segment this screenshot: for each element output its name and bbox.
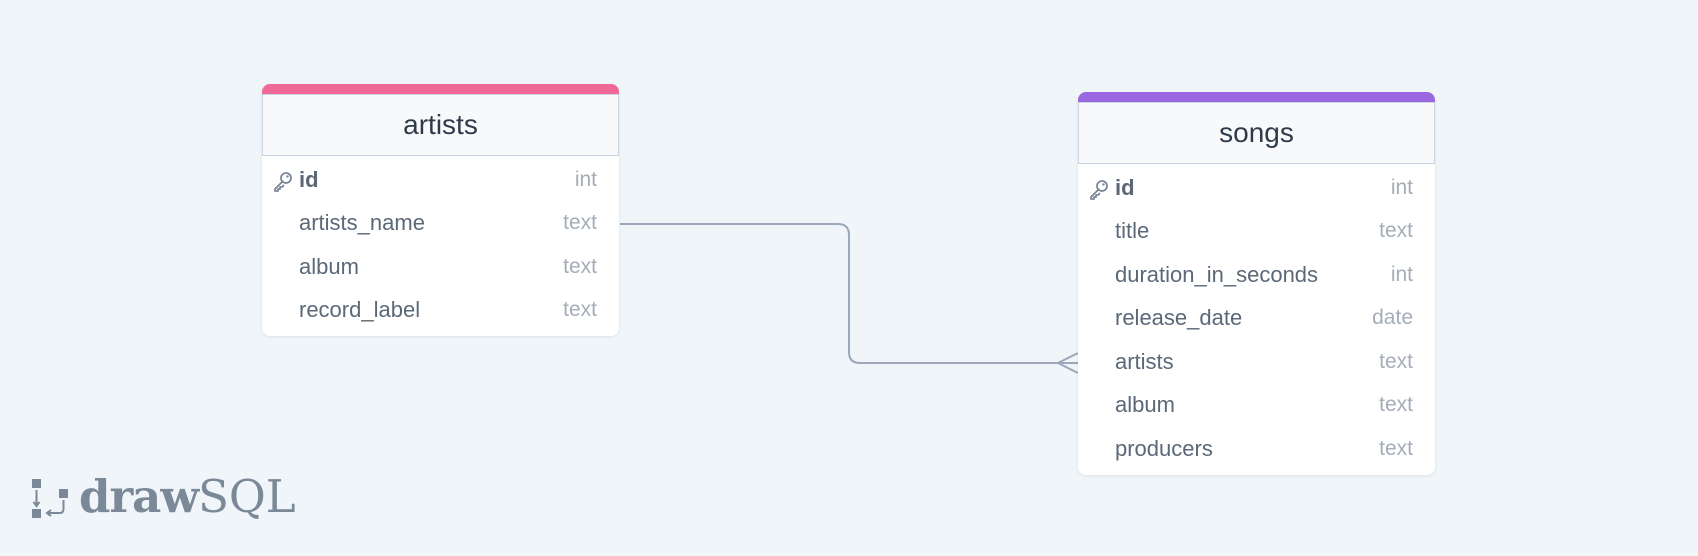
column-row-release-date[interactable]: release_date date: [1078, 297, 1435, 341]
table-songs[interactable]: songs id int title text duration_in_seco…: [1078, 92, 1435, 475]
column-row-duration-in-seconds[interactable]: duration_in_seconds int: [1078, 253, 1435, 297]
column-type: int: [574, 167, 597, 191]
column-name: id: [1115, 174, 1135, 200]
column-name: release_date: [1115, 305, 1243, 331]
column-row-record-label[interactable]: record_label text: [262, 289, 619, 333]
drawsql-logo-icon: [32, 478, 68, 518]
crows-foot-icon: [1055, 352, 1079, 374]
column-row-artists[interactable]: artists text: [1078, 340, 1435, 384]
table-color-bar: [262, 84, 619, 94]
column-row-artists-name[interactable]: artists_name text: [262, 202, 619, 246]
table-title: songs: [1219, 117, 1294, 148]
column-type: text: [563, 298, 597, 322]
column-name: producers: [1115, 435, 1213, 461]
table-title: artists: [403, 109, 478, 140]
column-type: int: [1390, 175, 1413, 199]
column-name: artists: [1115, 348, 1174, 374]
key-icon: [1090, 180, 1108, 200]
column-type: text: [563, 254, 597, 278]
column-row-id[interactable]: id int: [1078, 166, 1435, 210]
table-header[interactable]: songs: [1078, 102, 1435, 164]
column-name: title: [1115, 218, 1150, 244]
column-name: album: [299, 253, 359, 279]
column-name: record_label: [299, 297, 421, 323]
column-row-album[interactable]: album text: [1078, 384, 1435, 428]
column-type: int: [1390, 262, 1413, 286]
column-row-producers[interactable]: producers text: [1078, 427, 1435, 471]
column-row-id[interactable]: id int: [262, 158, 619, 202]
column-type: text: [1379, 349, 1413, 373]
drawsql-logo[interactable]: draw SQL: [31, 470, 296, 523]
column-list: id int artists_name text album text reco…: [262, 156, 619, 336]
column-type: text: [1379, 219, 1413, 243]
diagram-canvas[interactable]: artists id int artists_name text album t…: [0, 0, 1698, 556]
key-icon: [274, 172, 292, 192]
column-name: duration_in_seconds: [1115, 261, 1319, 287]
column-type: date: [1372, 306, 1413, 330]
column-type: text: [1379, 436, 1413, 460]
table-header[interactable]: artists: [262, 94, 619, 156]
logo-text-sql: SQL: [198, 470, 296, 523]
column-row-album[interactable]: album text: [262, 245, 619, 289]
column-type: text: [1379, 393, 1413, 417]
column-name: album: [1115, 392, 1175, 418]
table-artists[interactable]: artists id int artists_name text album t…: [262, 84, 619, 336]
table-color-bar: [1078, 92, 1435, 102]
column-name: artists_name: [299, 210, 425, 236]
logo-text-draw: draw: [79, 470, 199, 523]
column-name: id: [299, 166, 319, 192]
column-list: id int title text duration_in_seconds in…: [1078, 164, 1435, 475]
column-row-title[interactable]: title text: [1078, 210, 1435, 254]
column-type: text: [563, 211, 597, 235]
